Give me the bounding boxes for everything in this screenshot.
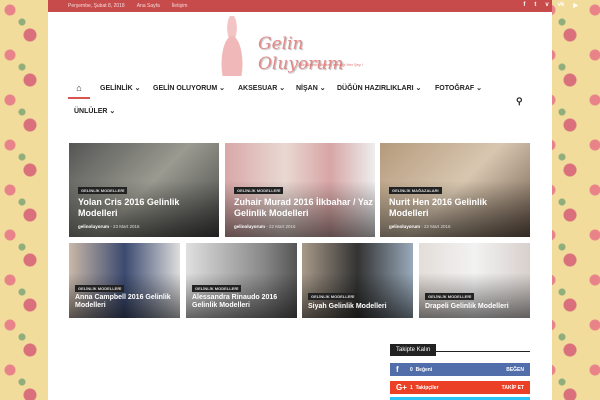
featured-post[interactable]: GELİNLİK MAĞAZALARI Nurit Hen 2016 Gelin… (380, 143, 530, 237)
like-button[interactable]: BEĞEN (506, 367, 524, 373)
category-badge[interactable]: GELİNLİK MODELLERİ (234, 187, 284, 194)
twitter-icon[interactable]: t (534, 2, 536, 9)
nav-gelinlik[interactable]: GELİNLİK ⌄ (100, 84, 140, 92)
post-title[interactable]: Zuhair Murad 2016 İlkbahar / Yaz Gelinli… (234, 197, 374, 219)
post-title[interactable]: Yolan Cris 2016 Gelinlik Modelleri (78, 197, 213, 219)
top-bar: Perşembe, Şubat 8, 2018 Ana Sayfa İletiş… (48, 0, 552, 12)
post-title[interactable]: Nurit Hen 2016 Gelinlik Modelleri (389, 197, 509, 219)
site-logo[interactable]: Gelin Oluyorum Bir Gelinin Bilmek İstedi… (210, 14, 390, 80)
facebook-like-bar[interactable]: f 0 Beğeni BEĞEN (390, 363, 530, 376)
post-title[interactable]: Anna Campbell 2016 Gelinlik Modelleri (75, 294, 180, 311)
post-meta: gelinoluyorum - 22 Mart 2016 (234, 224, 296, 229)
featured-post[interactable]: GELİNLİK MODELLERİ Drapeli Gelinlik Mode… (419, 243, 530, 318)
featured-post[interactable]: GELİNLİK MODELLERİ Zuhair Murad 2016 İlk… (225, 143, 375, 237)
category-badge[interactable]: GELİNLİK MODELLERİ (75, 285, 125, 292)
logo-tagline: Bir Gelinin Bilmek İstediği Her Şey ! (300, 62, 364, 67)
nav-fotograf[interactable]: FOTOĞRAF ⌄ (435, 84, 482, 92)
vk-icon[interactable]: vk (558, 2, 565, 9)
follow-button[interactable]: TAKİP ET (502, 385, 524, 391)
logo-name: Gelin Oluyorum (258, 34, 344, 74)
category-badge[interactable]: GELİNLİK MODELLERİ (192, 285, 242, 292)
google-plus-icon: G+ (396, 383, 407, 392)
nav-dugun-hazirliklari[interactable]: DÜĞÜN HAZIRLIKLARI ⌄ (337, 84, 421, 92)
nav-unluler[interactable]: ÜNLÜLER ⌄ (74, 107, 115, 115)
category-badge[interactable]: GELİNLİK MODELLERİ (425, 293, 475, 300)
google-plus-bar[interactable]: G+ 1 Takipçiler TAKİP ET (390, 381, 530, 394)
search-icon[interactable]: ⚲ (516, 96, 523, 107)
post-meta: gelinoluyorum - 23 Mart 2016 (78, 224, 140, 229)
nav-aksesuar[interactable]: AKSESUAR ⌄ (238, 84, 285, 92)
nav-nisan[interactable]: NİŞAN ⌄ (296, 84, 326, 92)
featured-post[interactable]: GELİNLİK MODELLERİ Siyah Gelinlik Modell… (302, 243, 413, 318)
category-badge[interactable]: GELİNLİK MODELLERİ (78, 187, 128, 194)
category-badge[interactable]: GELİNLİK MODELLERİ (308, 293, 358, 300)
post-title[interactable]: Drapeli Gelinlik Modelleri (425, 303, 530, 311)
post-title[interactable]: Alessandra Rinaudo 2016 Gelinlik Modelle… (192, 294, 297, 311)
home-icon[interactable]: ⌂ (68, 83, 90, 99)
facebook-icon: f (396, 365, 399, 374)
featured-post[interactable]: GELİNLİK MODELLERİ Anna Campbell 2016 Ge… (69, 243, 180, 318)
widget-title: Takipte Kalın (390, 338, 530, 356)
date: Perşembe, Şubat 8, 2018 (68, 3, 125, 9)
post-meta: gelinoluyorum - 22 Mart 2016 (389, 224, 451, 229)
featured-post[interactable]: GELİNLİK MODELLERİ Yolan Cris 2016 Gelin… (69, 143, 219, 237)
nav-gelin-oluyorum[interactable]: GELİN OLUYORUM ⌄ (153, 84, 225, 92)
featured-post[interactable]: GELİNLİK MODELLERİ Alessandra Rinaudo 20… (186, 243, 297, 318)
youtube-icon[interactable]: ▶ (573, 2, 578, 9)
social-icons: f t v vk ▶ (523, 2, 578, 9)
category-badge[interactable]: GELİNLİK MAĞAZALARI (389, 187, 442, 194)
link-contact[interactable]: İletişim (172, 3, 188, 9)
facebook-icon[interactable]: f (523, 2, 525, 9)
post-title[interactable]: Siyah Gelinlik Modelleri (308, 303, 413, 311)
vimeo-icon[interactable]: v (545, 2, 548, 9)
dress-logo-icon (214, 16, 250, 76)
link-home[interactable]: Ana Sayfa (137, 3, 160, 9)
